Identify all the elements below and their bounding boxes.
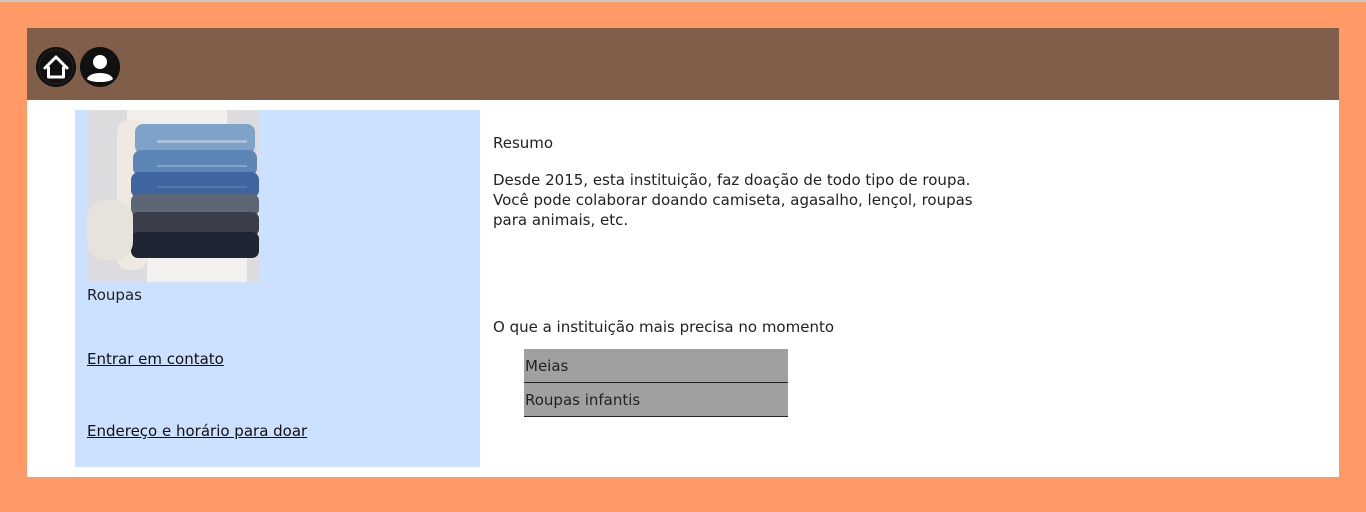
- needs-list-item: Meias: [524, 349, 788, 383]
- user-icon[interactable]: [80, 47, 120, 87]
- sidebar: Roupas Entrar em contato Endereço e horá…: [75, 110, 480, 467]
- summary-text: Desde 2015, esta instituição, faz doação…: [493, 171, 973, 229]
- needs-title: O que a instituição mais precisa no mome…: [493, 318, 835, 336]
- page-frame: Roupas Entrar em contato Endereço e horá…: [27, 28, 1339, 477]
- contact-link[interactable]: Entrar em contato: [87, 350, 224, 368]
- browser-top-line: [0, 0, 1366, 2]
- address-hours-link[interactable]: Endereço e horário para doar: [87, 422, 307, 440]
- clothes-image: [87, 110, 259, 282]
- needs-list: Meias Roupas infantis: [524, 349, 788, 417]
- category-label: Roupas: [87, 286, 142, 304]
- top-header: [27, 28, 1339, 100]
- home-icon[interactable]: [36, 47, 76, 87]
- needs-list-item: Roupas infantis: [524, 383, 788, 417]
- summary-title: Resumo: [493, 134, 554, 152]
